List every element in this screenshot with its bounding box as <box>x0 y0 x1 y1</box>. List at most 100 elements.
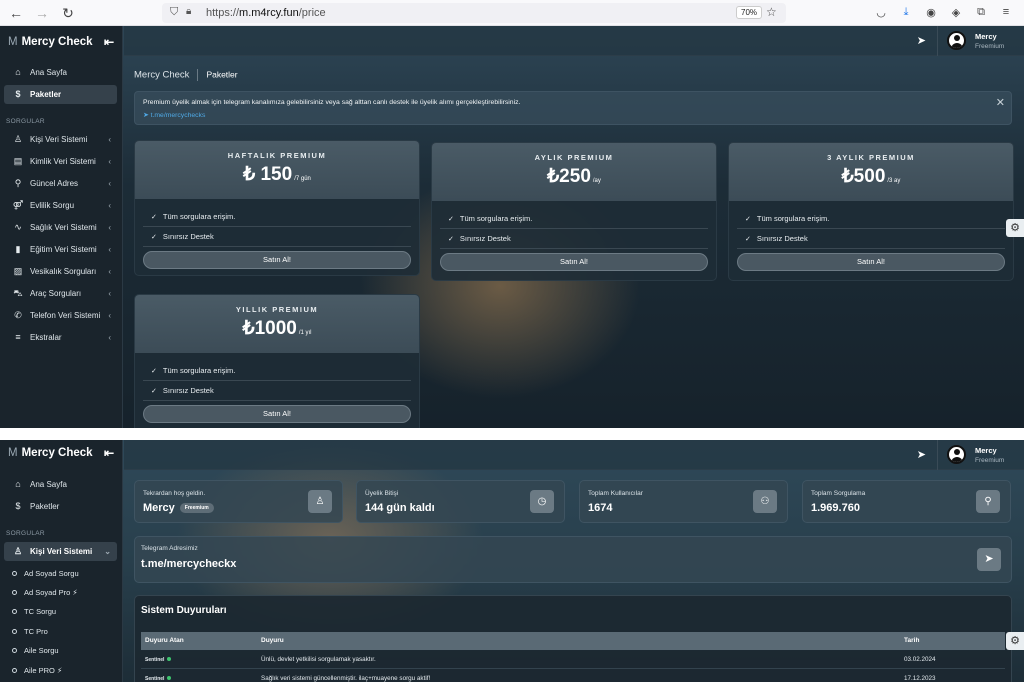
sidebar-section-label: SORGULAR <box>6 530 45 537</box>
sidebar-item-saglik[interactable]: ∿ Sağlık Veri Sistemi ‹ <box>4 218 117 237</box>
image-icon: ▨ <box>13 266 23 276</box>
plan-feature: ✓ Sınırsız Destek <box>440 229 708 249</box>
check-icon: ✓ <box>151 234 157 241</box>
home-icon: ⌂ <box>15 479 21 489</box>
buy-button[interactable]: Satın Al! <box>143 251 411 269</box>
buy-button[interactable]: Satın Al! <box>440 253 708 271</box>
extensions-icon[interactable]: ⧉ <box>974 6 988 19</box>
online-dot <box>167 676 172 681</box>
user-menu[interactable]: Mercy Freemium <box>937 440 1024 470</box>
account-icon[interactable]: ◉ <box>924 6 938 19</box>
chevron-left-icon: ‹ <box>108 267 111 276</box>
sidebar-item-egitim[interactable]: ▮ Eğitim Veri Sistemi ‹ <box>4 240 117 259</box>
plan-price: ₺250/ay <box>547 166 601 187</box>
check-icon: ✓ <box>745 216 751 223</box>
address-bar[interactable]: ⛉ 🔒︎ https://m.m4rcy.fun/price 70% ☆ <box>162 3 786 23</box>
telegram-address[interactable]: t.me/mercycheckx <box>141 558 236 570</box>
brand-logo: M <box>8 447 18 459</box>
lightning-icon: ⚡︎ <box>72 588 78 597</box>
telegram-card: Telegram Adresimiz t.me/mercycheckx ➤ <box>134 536 1012 583</box>
sidebar: M Mercy Check ⇤ ⌂ Ana Sayfa $ Paketler SORGU… <box>0 440 123 682</box>
users-icon[interactable]: ⚇ <box>753 490 777 513</box>
sidebar-item-adres[interactable]: ⚲ Güncel Adres ‹ <box>4 174 117 193</box>
chevron-left-icon: ‹ <box>108 201 111 210</box>
announcements-card: Sistem Duyuruları Duyuru Atan Duyuru Tar… <box>134 595 1012 682</box>
reload-icon[interactable]: ↻ <box>60 5 76 21</box>
menu-icon[interactable]: ≡ <box>999 6 1013 18</box>
book-icon: ▮ <box>15 244 21 254</box>
sidebar-subitem[interactable]: Aile Sorgu <box>12 646 59 655</box>
sidebar-item-arac[interactable]: ⛍ Araç Sorguları ‹ <box>4 284 117 303</box>
sidebar-item-packages[interactable]: $ Paketler <box>4 85 117 104</box>
sidebar-item-ekstralar[interactable]: ≡ Ekstralar ‹ <box>4 328 117 347</box>
topbar: ➤ Mercy Freemium <box>124 440 1024 470</box>
bookmark-star-icon[interactable]: ☆ <box>766 5 777 19</box>
user-icon[interactable]: ♙ <box>308 490 332 513</box>
collapse-arrow-icon[interactable]: ⇤ <box>104 446 114 460</box>
sidebar-item-vesikalik[interactable]: ▨ Vesikalık Sorguları ‹ <box>4 262 117 281</box>
sidebar-item-evlilik[interactable]: ⚤ Evlilik Sorgu ‹ <box>4 196 117 215</box>
extension-stack-icon[interactable]: ◈ <box>949 6 963 19</box>
chevron-left-icon: ‹ <box>108 333 111 342</box>
sidebar-item-kimlik[interactable]: ▤ Kimlik Veri Sistemi ‹ <box>4 152 117 171</box>
avatar <box>947 31 966 50</box>
alert-text: Premium üyelik almak için telegram kanal… <box>143 99 521 106</box>
brand: M Mercy Check ⇤ <box>8 35 114 49</box>
breadcrumb-root[interactable]: Mercy Check <box>134 70 189 81</box>
sidebar-item-kisi[interactable]: ♙ Kişi Veri Sistemi ⌄ <box>4 542 117 561</box>
check-icon: ✓ <box>151 214 157 221</box>
plan-feature: ✓ Sınırsız Destek <box>143 381 411 401</box>
sidebar-subitem[interactable]: Ad Soyad Sorgu <box>12 569 79 578</box>
plan-price: ₺1000/1 yıl <box>242 318 312 339</box>
pricing-screenshot: M Mercy Check ⇤ ⌂ Ana Sayfa $ Paketler SORGU… <box>0 26 1024 428</box>
user-name: Mercy <box>975 32 997 41</box>
dashboard-screenshot: M Mercy Check ⇤ ⌂ Ana Sayfa $ Paketler SORGU… <box>0 440 1024 682</box>
avatar <box>947 445 966 464</box>
expiry-card: Üyelik Bitişi 144 gün kaldı ◷ <box>356 480 565 523</box>
settings-gear-icon[interactable]: ⚙ <box>1006 219 1024 237</box>
brand-name: Mercy Check <box>21 447 93 459</box>
plan-card-weekly: HAFTALIK PREMIUM ₺ 150/7 gün ✓ Tüm sorgula… <box>134 140 420 276</box>
close-icon[interactable]: ✕ <box>996 96 1005 109</box>
user-menu[interactable]: Mercy Freemium <box>937 26 1024 56</box>
pocket-icon[interactable]: ◡ <box>874 6 888 19</box>
breadcrumb: Mercy Check Paketler <box>134 69 238 81</box>
sidebar-item-home[interactable]: ⌂ Ana Sayfa <box>4 475 117 494</box>
buy-button[interactable]: Satın Al! <box>737 253 1005 271</box>
clock-icon[interactable]: ◷ <box>530 490 554 513</box>
sidebar: M Mercy Check ⇤ ⌂ Ana Sayfa $ Paketler SORGU… <box>0 26 123 428</box>
sidebar-subitem[interactable]: Ad Soyad Pro ⚡︎ <box>12 588 78 597</box>
sidebar-item-packages[interactable]: $ Paketler <box>4 497 117 516</box>
sidebar-subitem[interactable]: TC Pro <box>12 627 48 636</box>
plan-price: ₺500/3 ay <box>841 166 901 187</box>
forward-icon[interactable]: → <box>34 5 50 21</box>
telegram-icon[interactable]: ➤ <box>917 34 926 47</box>
plan-feature: ✓ Sınırsız Destek <box>737 229 1005 249</box>
telegram-icon[interactable]: ➤ <box>917 448 926 461</box>
plan-name: YILLIK PREMIUM <box>235 305 319 314</box>
chevron-left-icon: ‹ <box>108 179 111 188</box>
telegram-icon[interactable]: ➤ <box>977 548 1001 571</box>
search-icon[interactable]: ⚲ <box>976 490 1000 513</box>
sidebar-item-telefon[interactable]: ✆ Telefon Veri Sistemi ‹ <box>4 306 117 325</box>
alert-telegram-link[interactable]: ➤ t.me/mercychecks <box>143 111 205 119</box>
buy-button[interactable]: Satın Al! <box>143 405 411 423</box>
online-dot <box>167 657 172 662</box>
welcome-card: Tekrardan hoş geldin. Mercy Freemium ♙ <box>134 480 343 523</box>
table-header: Duyuru Atan Duyuru Tarih <box>141 632 1005 650</box>
download-icon[interactable]: ⤓ <box>899 6 913 19</box>
back-icon[interactable]: ← <box>8 5 24 21</box>
collapse-arrow-icon[interactable]: ⇤ <box>104 35 114 49</box>
zoom-indicator[interactable]: 70% <box>736 6 763 19</box>
settings-gear-icon[interactable]: ⚙ <box>1006 632 1024 650</box>
sidebar-item-kisi[interactable]: ♙ Kişi Veri Sistemi ‹ <box>4 130 117 149</box>
plan-feature: ✓ Tüm sorgulara erişim. <box>143 361 411 381</box>
lightning-icon: ⚡︎ <box>56 666 63 675</box>
chevron-down-icon: ⌄ <box>104 547 111 556</box>
brand: M Mercy Check ⇤ <box>8 446 114 460</box>
sidebar-subitem[interactable]: Aile PRO ⚡︎ <box>12 666 62 675</box>
url-scheme: https:// <box>206 7 240 19</box>
sidebar-subitem[interactable]: TC Sorgu <box>12 607 56 616</box>
shield-icon: ⛉ <box>170 6 179 18</box>
sidebar-item-home[interactable]: ⌂ Ana Sayfa <box>4 63 117 82</box>
